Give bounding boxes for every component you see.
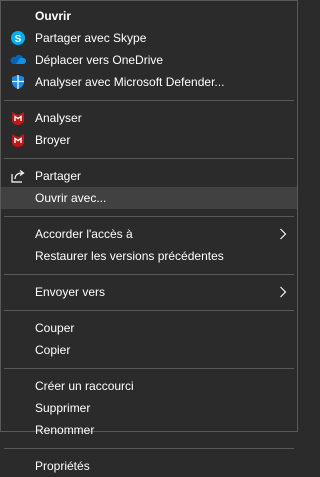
menu-item-label: Supprimer bbox=[35, 401, 91, 415]
menu-item-label: Créer un raccourci bbox=[35, 379, 134, 393]
menu-item-properties[interactable]: Propriétés bbox=[1, 455, 297, 477]
separator bbox=[4, 274, 294, 275]
menu-item-label: Restaurer les versions précédentes bbox=[35, 249, 224, 263]
menu-item-label: Accorder l'accès à bbox=[35, 227, 133, 241]
menu-item-label: Broyer bbox=[35, 133, 71, 147]
mcafee-icon bbox=[10, 110, 26, 126]
menu-item-rename[interactable]: Renommer bbox=[1, 419, 297, 441]
menu-item-label: Envoyer vers bbox=[35, 285, 106, 299]
chevron-right-icon bbox=[279, 228, 287, 240]
separator bbox=[4, 100, 294, 101]
menu-item-label: Partager avec Skype bbox=[35, 31, 147, 45]
menu-item-label: Copier bbox=[35, 343, 71, 357]
menu-item-label: Analyser avec Microsoft Defender... bbox=[35, 75, 225, 89]
share-icon bbox=[10, 168, 26, 184]
menu-item-mcafee-scan[interactable]: Analyser bbox=[1, 107, 297, 129]
menu-item-label: Ouvrir avec... bbox=[35, 191, 107, 205]
onedrive-icon bbox=[10, 52, 26, 68]
menu-item-label: Analyser bbox=[35, 111, 82, 125]
menu-item-open[interactable]: Ouvrir bbox=[1, 5, 297, 27]
separator bbox=[4, 158, 294, 159]
context-menu: Ouvrir S Partager avec Skype Déplacer ve… bbox=[0, 0, 298, 473]
separator bbox=[4, 310, 294, 311]
menu-item-share[interactable]: Partager bbox=[1, 165, 297, 187]
chevron-right-icon bbox=[279, 286, 287, 298]
menu-item-create-shortcut[interactable]: Créer un raccourci bbox=[1, 375, 297, 397]
menu-item-scan-defender[interactable]: Analyser avec Microsoft Defender... bbox=[1, 71, 297, 93]
separator bbox=[4, 448, 294, 449]
menu-item-share-skype[interactable]: S Partager avec Skype bbox=[1, 27, 297, 49]
menu-item-open-with[interactable]: Ouvrir avec... bbox=[1, 187, 297, 209]
separator bbox=[4, 216, 294, 217]
menu-item-delete[interactable]: Supprimer bbox=[1, 397, 297, 419]
menu-item-cut[interactable]: Couper bbox=[1, 317, 297, 339]
defender-shield-icon bbox=[10, 74, 26, 90]
menu-item-give-access[interactable]: Accorder l'accès à bbox=[1, 223, 297, 245]
mcafee-icon bbox=[10, 132, 26, 148]
menu-item-label: Ouvrir bbox=[35, 9, 72, 23]
menu-item-move-onedrive[interactable]: Déplacer vers OneDrive bbox=[1, 49, 297, 71]
menu-item-mcafee-shred[interactable]: Broyer bbox=[1, 129, 297, 151]
menu-item-restore-versions[interactable]: Restaurer les versions précédentes bbox=[1, 245, 297, 267]
menu-item-label: Déplacer vers OneDrive bbox=[35, 53, 164, 67]
menu-item-send-to[interactable]: Envoyer vers bbox=[1, 281, 297, 303]
menu-item-label: Propriétés bbox=[35, 459, 90, 473]
menu-item-label: Couper bbox=[35, 321, 75, 335]
menu-item-label: Partager bbox=[35, 169, 82, 183]
separator bbox=[4, 368, 294, 369]
svg-text:S: S bbox=[15, 34, 22, 45]
menu-item-label: Renommer bbox=[35, 423, 95, 437]
menu-item-copy[interactable]: Copier bbox=[1, 339, 297, 361]
skype-icon: S bbox=[10, 30, 26, 46]
